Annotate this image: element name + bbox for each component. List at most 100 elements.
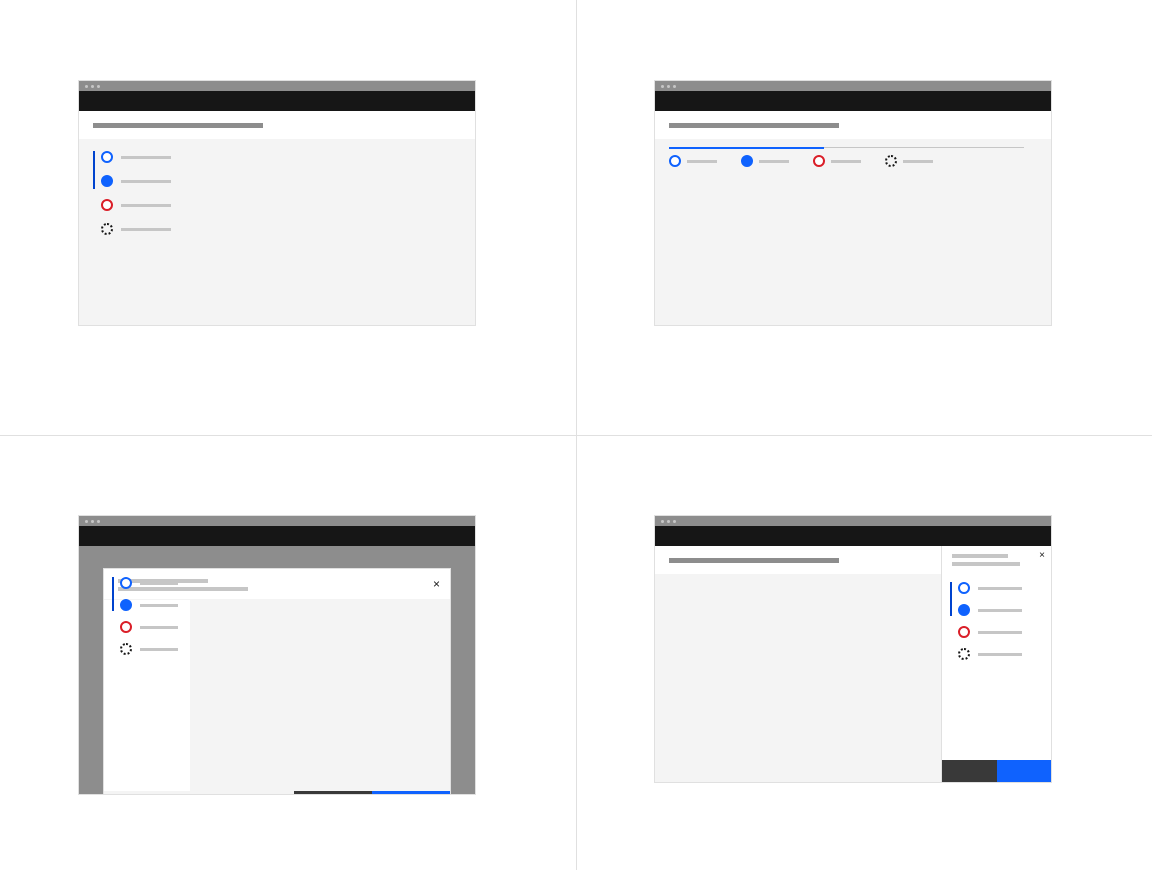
progress-track-inactive [824,147,1024,148]
circle-dotted-icon [101,223,113,235]
progress-step-incomplete[interactable] [669,155,717,167]
close-icon[interactable]: × [1039,550,1045,561]
modal-content [190,599,450,791]
browser-window: × [78,515,476,795]
circle-outline-icon [101,151,113,163]
traffic-light-icon [673,85,676,88]
page-title-placeholder [93,123,263,128]
circle-filled-icon [958,604,970,616]
modal-sidebar [104,599,190,791]
page-main [655,546,941,782]
browser-menubar [655,91,1051,111]
page-title-placeholder [669,558,839,563]
side-panel: × [941,546,1051,782]
secondary-button[interactable] [294,791,372,795]
variant-full-page-horizontal [576,0,1152,435]
circle-error-icon [958,626,970,638]
browser-menubar [79,91,475,111]
circle-filled-icon [120,599,132,611]
circle-error-icon [120,621,132,633]
step-label-placeholder [759,160,789,163]
step-label-placeholder [903,160,933,163]
progress-track-active [112,577,114,611]
progress-step-disabled [950,648,1022,660]
step-label-placeholder [831,160,861,163]
browser-titlebar [655,81,1051,91]
progress-step-disabled [112,643,178,655]
circle-dotted-icon [120,643,132,655]
close-icon[interactable]: × [433,577,440,591]
panel-subtitle-placeholder [952,562,1020,566]
circle-filled-icon [101,175,113,187]
step-label-placeholder [140,648,178,651]
modal-overlay: × [79,546,475,795]
page-layout: × [655,546,1051,782]
primary-button[interactable] [997,760,1052,782]
progress-indicator-vertical [950,574,1022,668]
page-content [655,139,1051,325]
progress-step-incomplete[interactable] [93,151,171,163]
progress-step-current[interactable] [741,155,789,167]
step-label-placeholder [978,587,1022,590]
traffic-light-icon [667,85,670,88]
circle-filled-icon [741,155,753,167]
page-content [79,139,475,325]
progress-track-active [93,151,95,189]
secondary-button[interactable] [942,760,997,782]
panel-title-placeholder [952,554,1008,558]
circle-error-icon [101,199,113,211]
progress-step-disabled [93,223,171,235]
progress-step-error[interactable] [93,199,171,211]
step-label-placeholder [121,204,171,207]
traffic-light-icon [673,520,676,523]
step-label-placeholder [687,160,717,163]
page-title-placeholder [669,123,839,128]
step-label-placeholder [121,228,171,231]
step-label-placeholder [978,609,1022,612]
browser-window [78,80,476,326]
progress-track-active [950,582,952,616]
primary-button[interactable] [372,791,450,795]
circle-dotted-icon [958,648,970,660]
browser-menubar [655,526,1051,546]
progress-step-current[interactable] [93,175,171,187]
variant-modal: × [0,435,576,870]
progress-step-current[interactable] [112,599,178,611]
step-label-placeholder [121,180,171,183]
traffic-light-icon [97,85,100,88]
traffic-light-icon [661,520,664,523]
traffic-light-icon [91,85,94,88]
circle-outline-icon [120,577,132,589]
step-label-placeholder [978,631,1022,634]
page-header [655,546,941,574]
progress-indicator-vertical [112,569,178,663]
step-label-placeholder [140,604,178,607]
browser-titlebar [655,516,1051,526]
browser-menubar [79,526,475,546]
circle-outline-icon [669,155,681,167]
progress-step-error[interactable] [950,626,1022,638]
step-label-placeholder [140,626,178,629]
progress-step-disabled [885,155,933,167]
modal-dialog: × [103,568,451,795]
traffic-light-icon [667,520,670,523]
modal-footer [104,791,450,795]
progress-step-incomplete[interactable] [112,577,178,589]
progress-indicator-horizontal [669,155,933,167]
traffic-light-icon [661,85,664,88]
step-label-placeholder [121,156,171,159]
page-header [655,111,1051,139]
progress-step-current[interactable] [950,604,1022,616]
variant-full-page-vertical [0,0,576,435]
traffic-light-icon [85,85,88,88]
side-panel-header: × [942,546,1051,574]
progress-track-active [669,147,824,149]
progress-step-incomplete[interactable] [950,582,1022,594]
modal-footer-link[interactable] [104,791,294,795]
page-header [79,111,475,139]
progress-step-error[interactable] [112,621,178,633]
circle-error-icon [813,155,825,167]
circle-dotted-icon [885,155,897,167]
progress-step-error[interactable] [813,155,861,167]
page-content [655,574,941,782]
